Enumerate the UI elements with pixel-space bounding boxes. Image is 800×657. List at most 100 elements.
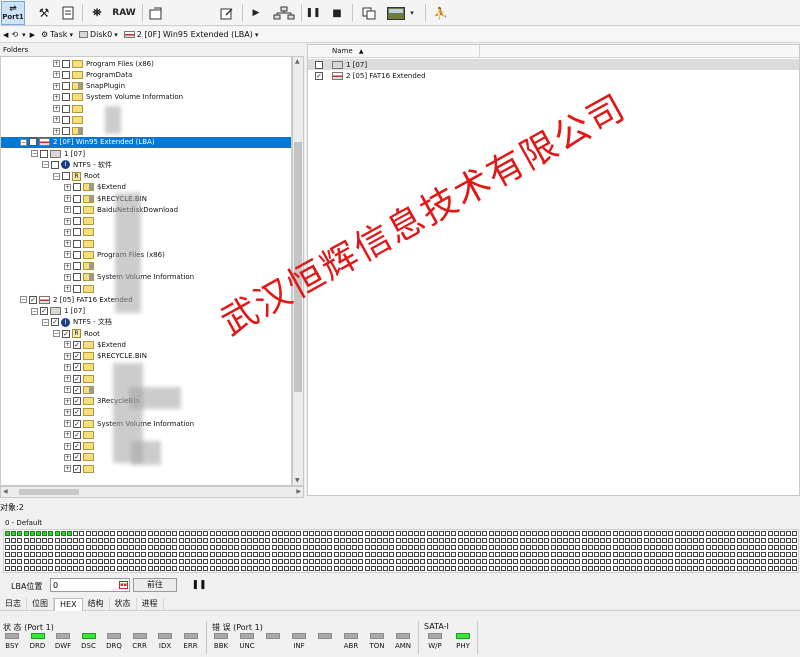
tree-checkbox[interactable]: [51, 160, 59, 169]
scroll-left-icon[interactable]: ◀: [3, 488, 8, 495]
chevron-down-icon[interactable]: ▾: [408, 3, 416, 23]
pause-icon[interactable]: ❚❚: [305, 3, 320, 23]
list-item[interactable]: ✓ 2 [05] FAT16 Extended: [308, 70, 799, 81]
expand-icon[interactable]: +: [53, 71, 60, 79]
tree-checkbox[interactable]: ✓: [73, 385, 81, 394]
tree-item[interactable]: + ✓: [64, 441, 97, 452]
tree-item[interactable]: + ✓: [64, 463, 97, 474]
tree-checkbox[interactable]: ✓: [73, 397, 81, 405]
expand-icon[interactable]: +: [64, 408, 71, 416]
tree-checkbox[interactable]: [73, 284, 81, 293]
tree-checkbox[interactable]: [62, 59, 70, 68]
chevron-down-icon[interactable]: ▾: [114, 31, 118, 39]
tree-checkbox[interactable]: [73, 262, 81, 270]
notes-icon[interactable]: [60, 3, 76, 23]
expand-icon[interactable]: +: [64, 431, 71, 439]
tree-checkbox[interactable]: ✓: [73, 408, 81, 417]
expand-icon[interactable]: +: [64, 183, 71, 191]
chevron-down-icon[interactable]: ▾: [69, 31, 73, 39]
expand-icon[interactable]: +: [53, 93, 60, 101]
expand-icon[interactable]: +: [64, 195, 71, 202]
tree-item[interactable]: +: [64, 216, 97, 227]
tree-checkbox[interactable]: ✓: [73, 374, 81, 383]
collapse-icon[interactable]: −: [42, 161, 49, 169]
expand-icon[interactable]: +: [64, 465, 71, 472]
tree-checkbox[interactable]: ✓: [73, 363, 81, 372]
stop-icon[interactable]: ■: [330, 3, 344, 23]
tree-item[interactable]: + ✓ $RECYCLE.BIN: [64, 351, 147, 362]
tree-item[interactable]: + ✓ $Extend: [64, 339, 126, 350]
tab-log[interactable]: 日志: [0, 598, 27, 611]
tree-checkbox[interactable]: [62, 104, 70, 113]
export-icon[interactable]: [147, 3, 165, 23]
scroll-right-icon[interactable]: ▶: [296, 488, 301, 495]
collapse-icon[interactable]: −: [31, 150, 38, 157]
tree-item[interactable]: + $Extend: [64, 182, 126, 193]
expand-icon[interactable]: +: [64, 375, 71, 382]
tree-checkbox[interactable]: ✓: [73, 442, 81, 450]
collapse-icon[interactable]: −: [20, 296, 27, 304]
collapse-icon[interactable]: −: [20, 138, 27, 146]
tree-item[interactable]: + System Volume Information: [53, 92, 183, 103]
tree-checkbox[interactable]: ✓: [73, 340, 81, 349]
tree-item[interactable]: − R Root: [53, 171, 100, 182]
collapse-icon[interactable]: −: [53, 172, 60, 180]
expand-icon[interactable]: +: [64, 352, 71, 360]
breadcrumb-task[interactable]: ⚙ Task ▾: [41, 30, 73, 39]
play-icon[interactable]: ▶: [249, 3, 263, 23]
tab-hex[interactable]: HEX: [54, 598, 83, 611]
list-checkbox[interactable]: [315, 60, 323, 69]
tools-icon[interactable]: ⚒: [35, 3, 53, 23]
collapse-icon[interactable]: −: [31, 307, 38, 315]
tree-item[interactable]: − i NTFS - 软件: [42, 159, 112, 170]
tree-item[interactable]: +: [64, 227, 97, 238]
expand-icon[interactable]: +: [53, 105, 60, 112]
tree-checkbox[interactable]: [29, 138, 37, 147]
expand-icon[interactable]: +: [64, 251, 71, 259]
tree-item[interactable]: − ✓ 1 [07]: [31, 306, 85, 317]
pause-icon[interactable]: ❚❚: [190, 577, 208, 593]
tree-item[interactable]: + ✓: [64, 362, 97, 373]
tree-checkbox[interactable]: [62, 127, 70, 135]
name-column-header[interactable]: Name ▲: [330, 45, 480, 58]
tree-item[interactable]: +: [64, 238, 97, 249]
tree-checkbox[interactable]: [62, 172, 70, 180]
expand-icon[interactable]: +: [64, 397, 71, 405]
lba-mode-icon[interactable]: ▪▪: [119, 581, 128, 589]
tree-checkbox[interactable]: [73, 194, 81, 203]
folder-tree-horizontal-scrollbar[interactable]: ◀ ▶: [0, 486, 304, 498]
tab-structure[interactable]: 结构: [83, 598, 110, 611]
expand-icon[interactable]: +: [64, 262, 71, 270]
network-icon[interactable]: [271, 3, 297, 23]
expand-icon[interactable]: +: [53, 116, 60, 124]
tree-checkbox[interactable]: ✓: [73, 453, 81, 462]
expand-icon[interactable]: +: [64, 341, 71, 349]
tree-checkbox[interactable]: ✓: [40, 307, 48, 315]
tree-item[interactable]: + ✓: [64, 373, 97, 384]
tree-item[interactable]: +: [53, 114, 86, 125]
collapse-icon[interactable]: −: [42, 318, 49, 326]
expand-icon[interactable]: +: [64, 217, 71, 225]
tab-status[interactable]: 状态: [110, 598, 137, 611]
raw-button[interactable]: RAW: [111, 3, 137, 23]
collapse-icon[interactable]: −: [53, 330, 60, 337]
tree-item[interactable]: + ✓: [64, 407, 97, 418]
tree-item[interactable]: +: [64, 261, 97, 272]
image-icon[interactable]: [386, 3, 406, 23]
goto-button[interactable]: 前往: [133, 578, 177, 592]
lba-input[interactable]: [50, 578, 130, 592]
binoculars-icon[interactable]: ⛯: [89, 3, 105, 23]
tree-item[interactable]: − ✓ R Root: [53, 328, 100, 339]
expand-icon[interactable]: +: [64, 420, 71, 427]
tree-checkbox[interactable]: [62, 93, 70, 102]
tree-checkbox[interactable]: [73, 228, 81, 237]
expand-icon[interactable]: +: [64, 386, 71, 394]
expand-icon[interactable]: +: [64, 363, 71, 371]
expand-icon[interactable]: +: [53, 82, 60, 90]
tab-bitmap[interactable]: 位图: [27, 598, 54, 611]
tree-checkbox[interactable]: ✓: [51, 318, 59, 327]
tree-item[interactable]: + ✓: [64, 384, 97, 395]
chevron-down-icon[interactable]: ▾: [255, 31, 259, 39]
tree-item[interactable]: + ✓: [64, 452, 97, 463]
expand-icon[interactable]: +: [64, 228, 71, 236]
